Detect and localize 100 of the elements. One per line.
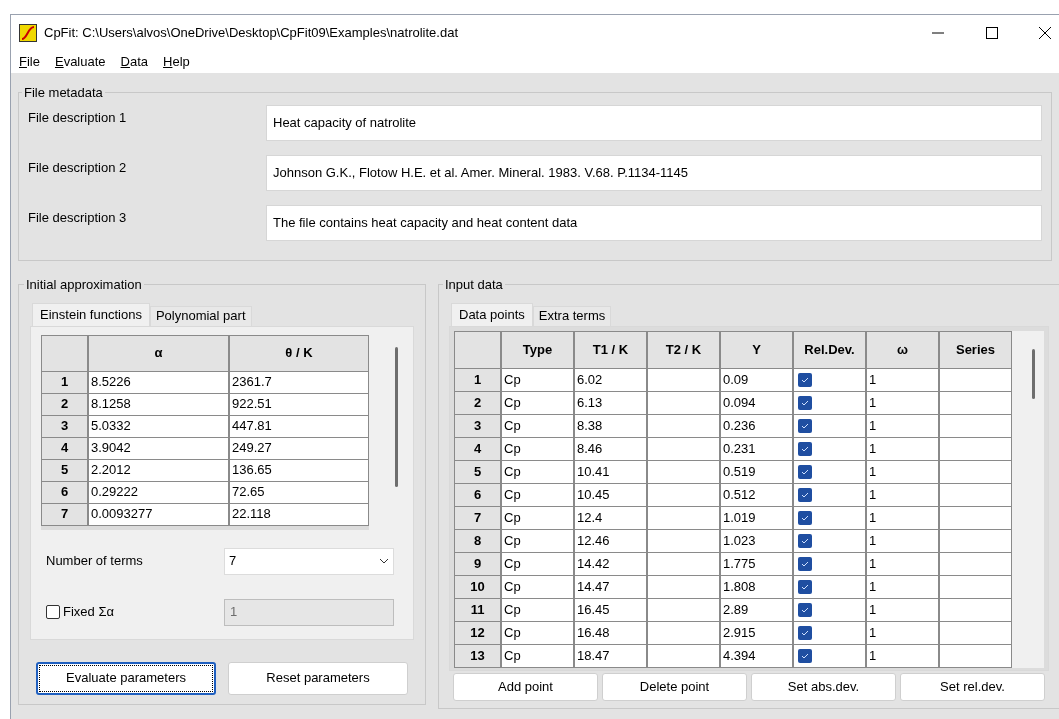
table-cell: 2.2012 — [88, 458, 229, 482]
tab[interactable]: Data points — [451, 302, 533, 326]
table-cell: 0.512 — [720, 482, 793, 507]
checkbox[interactable] — [798, 487, 812, 502]
checkbox[interactable] — [798, 395, 812, 410]
table-cell: 16.48 — [574, 620, 647, 645]
table-cell: 1.808 — [720, 574, 793, 599]
tab[interactable]: Polynomial part — [149, 305, 252, 326]
checkbox[interactable] — [798, 625, 812, 640]
button[interactable]: Set abs.dev. — [751, 672, 896, 701]
text-field[interactable]: Heat capacity of natrolite — [266, 104, 1042, 141]
scrollbar-thumb[interactable] — [1032, 348, 1035, 399]
menu-item[interactable]: Help — [163, 52, 190, 72]
table-cell: 0.236 — [720, 413, 793, 438]
tab[interactable]: Extra terms — [532, 305, 612, 326]
table-cell: Cp — [501, 413, 574, 438]
scrollbar-thumb[interactable] — [395, 346, 398, 487]
column-header: Series — [939, 330, 1012, 369]
row-header: 8 — [454, 528, 501, 553]
column-header: Rel.Dev. — [793, 330, 866, 369]
checkbox[interactable] — [798, 464, 812, 479]
table-cell: 0.231 — [720, 436, 793, 461]
table-cell: 2.89 — [720, 597, 793, 622]
table-cell: 2361.7 — [229, 370, 369, 394]
row-header: 2 — [41, 392, 88, 416]
text-field[interactable]: The file contains heat capacity and heat content data — [266, 204, 1042, 241]
row-header: 6 — [454, 482, 501, 507]
button[interactable]: Reset parameters — [228, 661, 408, 695]
table-cell: 0.094 — [720, 390, 793, 415]
checkbox[interactable] — [798, 510, 812, 525]
checkbox[interactable] — [798, 648, 812, 663]
table-cell: 1.775 — [720, 551, 793, 576]
table-cell: Cp — [501, 367, 574, 392]
table-cell: 2.915 — [720, 620, 793, 645]
checkbox[interactable] — [798, 441, 812, 456]
checkbox-label: Fixed Σα — [63, 603, 114, 622]
checkbox[interactable] — [798, 602, 812, 617]
button[interactable]: Evaluate parameters — [36, 661, 216, 695]
terms-dropdown[interactable]: 7 — [224, 547, 394, 575]
table-cell: 8.5226 — [88, 370, 229, 394]
column-header: T1 / K — [574, 330, 647, 369]
row-header: 13 — [454, 643, 501, 668]
table-cell: 0.0093277 — [88, 502, 229, 526]
row-header: 6 — [41, 480, 88, 504]
table-cell: 8.1258 — [88, 392, 229, 416]
button[interactable]: Set rel.dev. — [900, 672, 1045, 701]
row-header: 7 — [454, 505, 501, 530]
table-cell: 1 — [866, 505, 939, 530]
table-cell: 1 — [866, 482, 939, 507]
row-header: 2 — [454, 390, 501, 415]
field-label: File description 2 — [28, 158, 128, 177]
table-cell: 8.38 — [574, 413, 647, 438]
field-label: Number of terms — [45, 552, 144, 571]
table-cell: Cp — [501, 482, 574, 507]
table-cell: 3.9042 — [88, 436, 229, 460]
table-cell: 1 — [866, 390, 939, 415]
menu-item[interactable]: File — [19, 52, 40, 72]
button[interactable]: Add point — [453, 672, 598, 701]
field-label: File description 3 — [28, 208, 128, 227]
row-header: 5 — [454, 459, 501, 484]
maximize-icon[interactable] — [986, 27, 998, 39]
table-cell: Cp — [501, 459, 574, 484]
row-header: 9 — [454, 551, 501, 576]
row-header: 12 — [454, 620, 501, 645]
table-cell: Cp — [501, 551, 574, 576]
table-cell: Cp — [501, 620, 574, 645]
row-header: 11 — [454, 597, 501, 622]
tab[interactable]: Einstein functions — [32, 302, 150, 326]
table-cell: 8.46 — [574, 436, 647, 461]
checkbox[interactable] — [798, 533, 812, 548]
table-cell: 1 — [866, 367, 939, 392]
table-cell: 16.45 — [574, 597, 647, 622]
field-label: File description 1 — [28, 108, 128, 127]
text-field[interactable]: Johnson G.K., Flotow H.E. et al. Amer. Mineral. 1983. V.68. P.1134-1145 — [266, 154, 1042, 191]
checkbox[interactable] — [798, 556, 812, 571]
row-header: 3 — [454, 413, 501, 438]
table-cell: Cp — [501, 574, 574, 599]
button[interactable]: Delete point — [602, 672, 747, 701]
table-cell: 1 — [866, 436, 939, 461]
menu-item[interactable]: Data — [120, 52, 149, 72]
table-cell: Cp — [501, 643, 574, 668]
table-cell: 1 — [866, 597, 939, 622]
row-header: 4 — [41, 436, 88, 460]
app-icon — [19, 24, 37, 42]
table-cell: 0.09 — [720, 367, 793, 392]
table-cell: Cp — [501, 597, 574, 622]
table-cell: 1 — [866, 643, 939, 668]
checkbox[interactable] — [798, 372, 812, 387]
menu-item[interactable]: Evaluate — [54, 52, 106, 72]
checkbox[interactable] — [798, 579, 812, 594]
group-title: Initial approximation — [25, 276, 143, 294]
table-cell: Cp — [501, 528, 574, 553]
group-title: File metadata — [23, 84, 104, 102]
checkbox[interactable] — [798, 418, 812, 433]
table-cell: Cp — [501, 505, 574, 530]
table-cell: 22.118 — [229, 502, 369, 526]
table-cell: 18.47 — [574, 643, 647, 668]
column-header: ω — [866, 330, 939, 369]
close-icon[interactable] — [1039, 27, 1051, 39]
table-cell: 249.27 — [229, 436, 369, 460]
